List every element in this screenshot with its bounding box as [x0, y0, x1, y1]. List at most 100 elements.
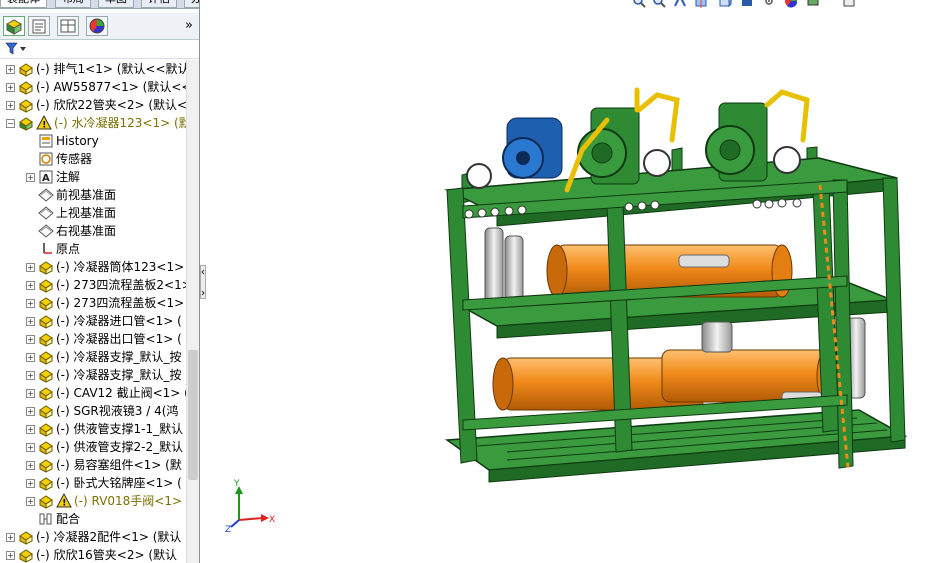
tab-layout[interactable]: 布局: [55, 0, 91, 8]
appearance-icon: [89, 18, 105, 34]
expand-icon[interactable]: +: [26, 479, 35, 488]
expand-icon[interactable]: +: [26, 425, 35, 434]
tree-item-label: (-) 供液管支撑2-2_默认: [56, 440, 184, 454]
tree-item[interactable]: + (-) 卧式大铭牌座<1> (: [0, 474, 186, 492]
tree-item[interactable]: + (-) 273四流程盖板<1> (: [0, 294, 193, 312]
property-manager-tab[interactable]: [28, 16, 50, 36]
tree-item[interactable]: + (-) 欣欣22管夹<2> (默认<: [0, 96, 188, 114]
svg-text:!: !: [42, 121, 46, 131]
tree-item[interactable]: + (-) 排气1<1> (默认<<默认: [0, 60, 190, 78]
tree-item[interactable]: 右视基准面: [0, 222, 186, 240]
tree-item[interactable]: + (-) 供液管支撑2-2_默认: [0, 438, 186, 456]
tree-item[interactable]: 上视基准面: [0, 204, 186, 222]
tree-item[interactable]: + (-) SGR视液镜3 / 4(鸿: [0, 402, 186, 420]
part-icon: [18, 61, 34, 77]
tree-item-label: (-) SGR视液镜3 / 4(鸿: [56, 404, 179, 418]
expand-icon[interactable]: +: [26, 317, 35, 326]
expand-icon[interactable]: +: [6, 551, 15, 560]
tree-item[interactable]: + (-) CAV12 截止阀<1> (: [0, 384, 189, 402]
part-icon: [38, 403, 54, 419]
expand-icon[interactable]: +: [26, 461, 35, 470]
feature-tree-icon: [5, 19, 23, 35]
part-icon: [38, 457, 54, 473]
expand-icon[interactable]: +: [26, 443, 35, 452]
expand-icon[interactable]: +: [26, 389, 35, 398]
condensing-unit-model[interactable]: [444, 87, 908, 483]
expand-icon[interactable]: +: [26, 263, 35, 272]
tab-evaluate[interactable]: 评估: [141, 0, 177, 8]
tab-assembly[interactable]: 装配体: [0, 0, 47, 8]
pump-motor[interactable]: [466, 117, 563, 189]
tree-item[interactable]: + A 注解: [0, 168, 186, 186]
expand-icon[interactable]: +: [26, 353, 35, 362]
tree-item[interactable]: + (-) 供液管支撑1-1_默认: [0, 420, 186, 438]
graphics-area[interactable]: Y X Z: [207, 0, 942, 563]
tab-office-products[interactable]: 办公室产品: [184, 0, 199, 8]
part-icon: [38, 313, 54, 329]
tree-item[interactable]: −! (-) 水冷凝器123<1> (默: [0, 114, 191, 132]
expand-icon[interactable]: +: [26, 173, 35, 182]
expand-icon[interactable]: +: [6, 101, 15, 110]
tree-item[interactable]: + (-) AW55877<1> (默认<<: [0, 78, 191, 96]
expand-icon[interactable]: +: [26, 407, 35, 416]
warning-icon: !: [56, 492, 72, 509]
compressor-right[interactable]: [705, 102, 801, 182]
expand-icon[interactable]: +: [26, 281, 35, 290]
tree-item[interactable]: 前视基准面: [0, 186, 186, 204]
tree-item-label: (-) 欣欣22管夹<2> (默认<: [36, 98, 188, 112]
expand-panel-icon[interactable]: »: [185, 18, 193, 33]
tree-item[interactable]: 传感器: [0, 150, 186, 168]
expand-icon[interactable]: +: [6, 533, 15, 542]
tree-item-label: (-) 供液管支撑1-1_默认: [56, 422, 184, 436]
tree-item[interactable]: + (-) 冷凝器支撑_默认_按: [0, 366, 186, 384]
display-manager-tab[interactable]: [86, 16, 108, 36]
tree-item[interactable]: History: [0, 132, 186, 150]
tree-item[interactable]: +! (-) RV018手阀<1>: [0, 492, 186, 510]
tree-filter[interactable]: [0, 40, 199, 59]
tree-item[interactable]: + (-) 冷凝器筒体123<1> (: [0, 258, 193, 276]
tree-item-label: (-) 273四流程盖板2<1>: [56, 278, 192, 292]
expand-icon[interactable]: +: [26, 299, 35, 308]
configuration-manager-tab[interactable]: [57, 16, 79, 36]
tree-item[interactable]: + (-) 冷凝器支撑_默认_按: [0, 348, 186, 366]
scrollbar-thumb[interactable]: [188, 350, 198, 480]
tree-item-label: History: [56, 134, 99, 148]
tree-item-label: (-) 273四流程盖板<1> (: [56, 296, 193, 310]
tree-item[interactable]: + (-) 冷凝器2配件<1> (默认: [0, 528, 186, 546]
part-icon: [18, 79, 34, 95]
plane-icon: [38, 223, 54, 239]
part-icon: [38, 475, 54, 491]
tree-item[interactable]: + (-) 冷凝器出口管<1> (: [0, 330, 186, 348]
tree-item[interactable]: + (-) 273四流程盖板2<1>: [0, 276, 192, 294]
expand-icon[interactable]: +: [26, 371, 35, 380]
tree-item-label: (-) 水冷凝器123<1> (默: [54, 116, 191, 130]
property-manager-icon: [32, 19, 46, 34]
history-icon: [38, 133, 54, 149]
tree-item-label: (-) 卧式大铭牌座<1> (: [56, 476, 182, 490]
plane-icon: [38, 187, 54, 203]
feature-manager-tab[interactable]: [3, 16, 25, 36]
tree-item-label: (-) 排气1<1> (默认<<默认: [36, 62, 190, 76]
tree-item[interactable]: + (-) 易容塞组件<1> (默: [0, 456, 186, 474]
part-icon: [18, 547, 34, 563]
tree-scrollbar[interactable]: [186, 60, 199, 563]
compressor-left[interactable]: [577, 107, 671, 185]
tree-item[interactable]: 配合: [0, 510, 186, 528]
panel-splitter[interactable]: [200, 265, 206, 299]
expand-icon[interactable]: +: [26, 335, 35, 344]
tab-sketch[interactable]: 草图: [98, 0, 134, 8]
expand-icon[interactable]: +: [6, 65, 15, 74]
assembly-icon: [18, 115, 34, 131]
tree-item[interactable]: + (-) 欣欣16管夹<2> (默认: [0, 546, 186, 563]
expand-icon[interactable]: +: [26, 497, 35, 506]
expand-icon[interactable]: +: [6, 83, 15, 92]
tree-item[interactable]: + (-) 冷凝器进口管<1> (: [0, 312, 186, 330]
tree-item-label: (-) RV018手阀<1>: [74, 494, 183, 508]
triad-y-label: Y: [233, 479, 240, 489]
tree-item-label: 上视基准面: [56, 206, 117, 220]
manager-tabs: »: [0, 13, 199, 40]
tree-item[interactable]: 原点: [0, 240, 186, 258]
tree-item-label: (-) 冷凝器出口管<1> (: [56, 332, 182, 346]
collapse-icon[interactable]: −: [6, 119, 15, 128]
lower-condenser-vessel-right[interactable]: [661, 349, 838, 404]
